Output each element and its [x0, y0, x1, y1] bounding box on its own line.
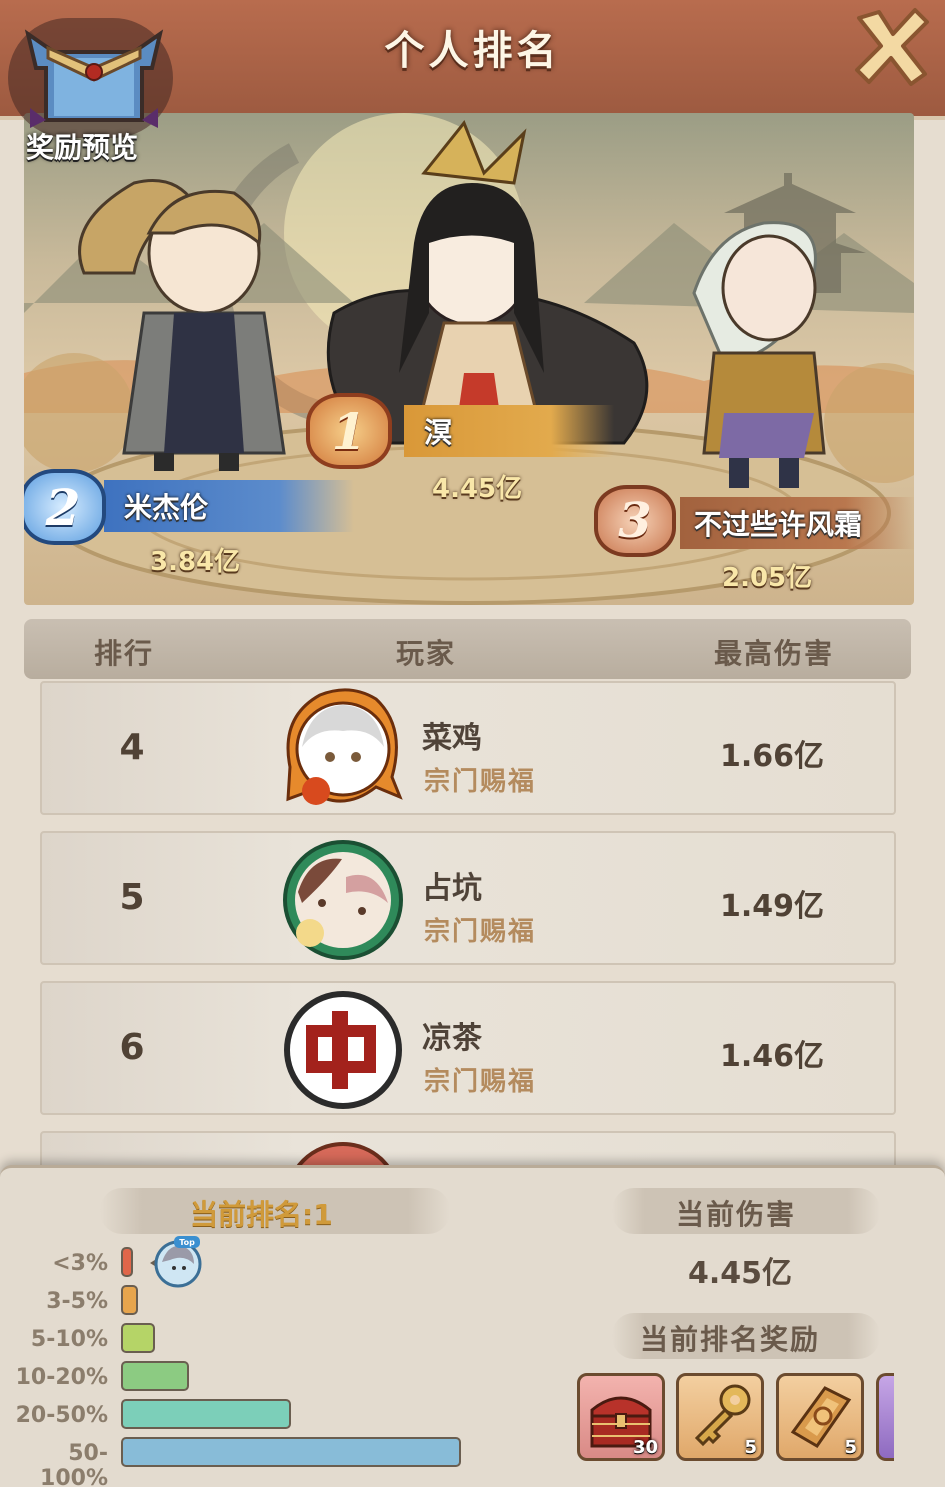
tier-label: 20-50% [15, 1403, 108, 1428]
second-place-medal-icon: 2 [24, 469, 106, 545]
table-row[interactable]: 5 占坑 宗门赐福 1.49亿 [40, 831, 896, 965]
current-damage-value: 4.45亿 [688, 1256, 793, 1291]
row-rank: 4 [119, 727, 145, 768]
row-player-name: 菜鸡 [422, 721, 482, 756]
row-rank: 6 [119, 1027, 145, 1068]
third-place-damage: 2.05亿 [722, 563, 813, 593]
self-top-badge: Top [179, 1238, 195, 1247]
reward-item-partial[interactable] [876, 1373, 894, 1461]
table-row[interactable]: 4 菜鸡 宗门赐福 1.66亿 [40, 681, 896, 815]
second-place-damage: 3.84亿 [150, 547, 241, 577]
reward-count: 5 [844, 1437, 857, 1458]
header-damage: 最高伤害 [714, 637, 835, 670]
self-position-avatar: Top [150, 1236, 202, 1288]
row-guild: 宗门赐福 [424, 767, 537, 797]
reward-preview-button[interactable]: 奖励预览 [8, 8, 173, 164]
reward-preview-label: 奖励预览 [26, 131, 139, 164]
tier-label: <3% [52, 1251, 108, 1276]
row-damage: 1.46亿 [719, 1039, 824, 1074]
tier-bar [121, 1361, 189, 1391]
banner-scroll-icon [24, 29, 164, 128]
current-damage-title: 当前伤害 [676, 1198, 797, 1231]
tier-label: 5-10% [30, 1327, 108, 1352]
current-rank-label: 当前排名:1 [190, 1198, 333, 1231]
close-icon[interactable] [849, 4, 933, 88]
third-place-plate[interactable]: 不过些许风霜 [634, 495, 914, 551]
third-place-name: 不过些许风霜 [680, 497, 914, 549]
row-rank: 5 [119, 877, 145, 918]
row-damage: 1.66亿 [719, 739, 824, 774]
podium-scene: 溟 1 4.45亿 米杰伦 2 3.84亿 不过些许风霜 3 2.05亿 [24, 113, 914, 605]
reward-count: 5 [744, 1437, 757, 1458]
tier-bar [121, 1285, 138, 1315]
third-place-medal-icon: 3 [594, 485, 676, 557]
tier-bar [121, 1399, 291, 1429]
third-place-character [692, 221, 826, 488]
header-player: 玩家 [396, 637, 457, 670]
tier-label: 10-20% [15, 1365, 108, 1390]
tier-bar [121, 1437, 461, 1467]
row-player-name: 占坑 [422, 871, 482, 906]
table-row[interactable]: 6 凉茶 宗门赐福 1.46亿 [40, 981, 896, 1115]
first-place-medal-icon: 1 [306, 393, 392, 469]
tier-label: 3-5% [46, 1289, 108, 1314]
player-avatar[interactable] [280, 687, 406, 813]
second-place-name: 米杰伦 [104, 480, 354, 532]
first-place-damage: 4.45亿 [432, 474, 523, 504]
row-damage: 1.49亿 [719, 889, 824, 924]
reward-count: 30 [632, 1437, 658, 1458]
current-reward-title: 当前排名奖励 [640, 1323, 821, 1356]
tier-bar [121, 1247, 133, 1277]
reward-item[interactable]: 5 [676, 1373, 764, 1461]
tier-bar [121, 1323, 155, 1353]
player-avatar[interactable] [280, 837, 406, 963]
first-place-name: 溟 [404, 405, 614, 457]
row-guild: 宗门赐福 [424, 917, 537, 947]
player-avatar[interactable] [280, 987, 406, 1113]
row-player-name: 凉茶 [422, 1021, 482, 1056]
reward-item[interactable]: 30 [577, 1373, 665, 1461]
tier-label: 50-100% [40, 1441, 108, 1487]
reward-item[interactable]: 5 [776, 1373, 864, 1461]
row-guild: 宗门赐福 [424, 1067, 537, 1097]
header-rank: 排行 [94, 637, 155, 670]
ranking-table-header: 排行 玩家 最高伤害 [24, 619, 911, 679]
